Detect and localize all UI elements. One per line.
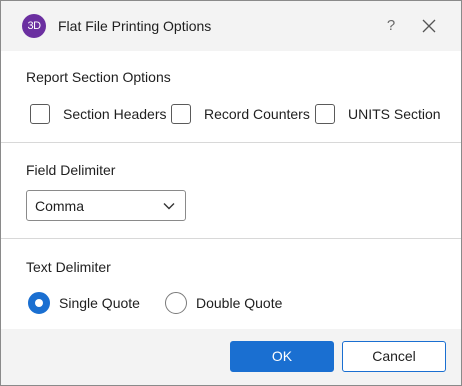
single-quote-radio[interactable]: Single Quote <box>28 292 140 314</box>
report-section-options: Report Section Options Section Headers R… <box>1 51 461 143</box>
field-delimiter-title: Field Delimiter <box>26 162 116 178</box>
chevron-down-icon <box>163 203 175 210</box>
radio-label: Single Quote <box>59 295 140 311</box>
text-delimiter-section: Text Delimiter Single Quote Double Quote <box>1 239 461 329</box>
select-value: Comma <box>35 198 85 214</box>
record-counters-checkbox[interactable]: Record Counters <box>171 104 310 124</box>
field-delimiter-section: Field Delimiter Comma <box>1 143 461 239</box>
radio-circle[interactable] <box>28 292 50 314</box>
text-delimiter-title: Text Delimiter <box>26 259 111 275</box>
report-section-title: Report Section Options <box>26 69 171 85</box>
radio-circle[interactable] <box>165 292 187 314</box>
ok-button[interactable]: OK <box>230 341 334 372</box>
double-quote-radio[interactable]: Double Quote <box>165 292 282 314</box>
close-icon <box>422 19 436 33</box>
title-bar: 3D Flat File Printing Options ? <box>1 1 461 51</box>
checkbox-box[interactable] <box>30 104 50 124</box>
dialog-window: 3D Flat File Printing Options ? Report S… <box>0 0 462 386</box>
field-delimiter-select[interactable]: Comma <box>26 190 186 221</box>
radio-label: Double Quote <box>196 295 283 311</box>
close-button[interactable] <box>415 12 443 40</box>
section-headers-checkbox[interactable]: Section Headers <box>30 104 167 124</box>
checkbox-box[interactable] <box>315 104 335 124</box>
units-section-checkbox[interactable]: UNITS Section <box>315 104 441 124</box>
cancel-button[interactable]: Cancel <box>342 341 446 372</box>
help-button[interactable]: ? <box>379 14 403 38</box>
checkbox-label: UNITS Section <box>348 106 441 122</box>
dialog-title: Flat File Printing Options <box>58 18 212 34</box>
dialog-footer: OK Cancel <box>1 329 461 385</box>
checkbox-label: Record Counters <box>204 106 310 122</box>
checkbox-label: Section Headers <box>63 106 167 122</box>
checkbox-box[interactable] <box>171 104 191 124</box>
app-icon: 3D <box>22 14 46 38</box>
